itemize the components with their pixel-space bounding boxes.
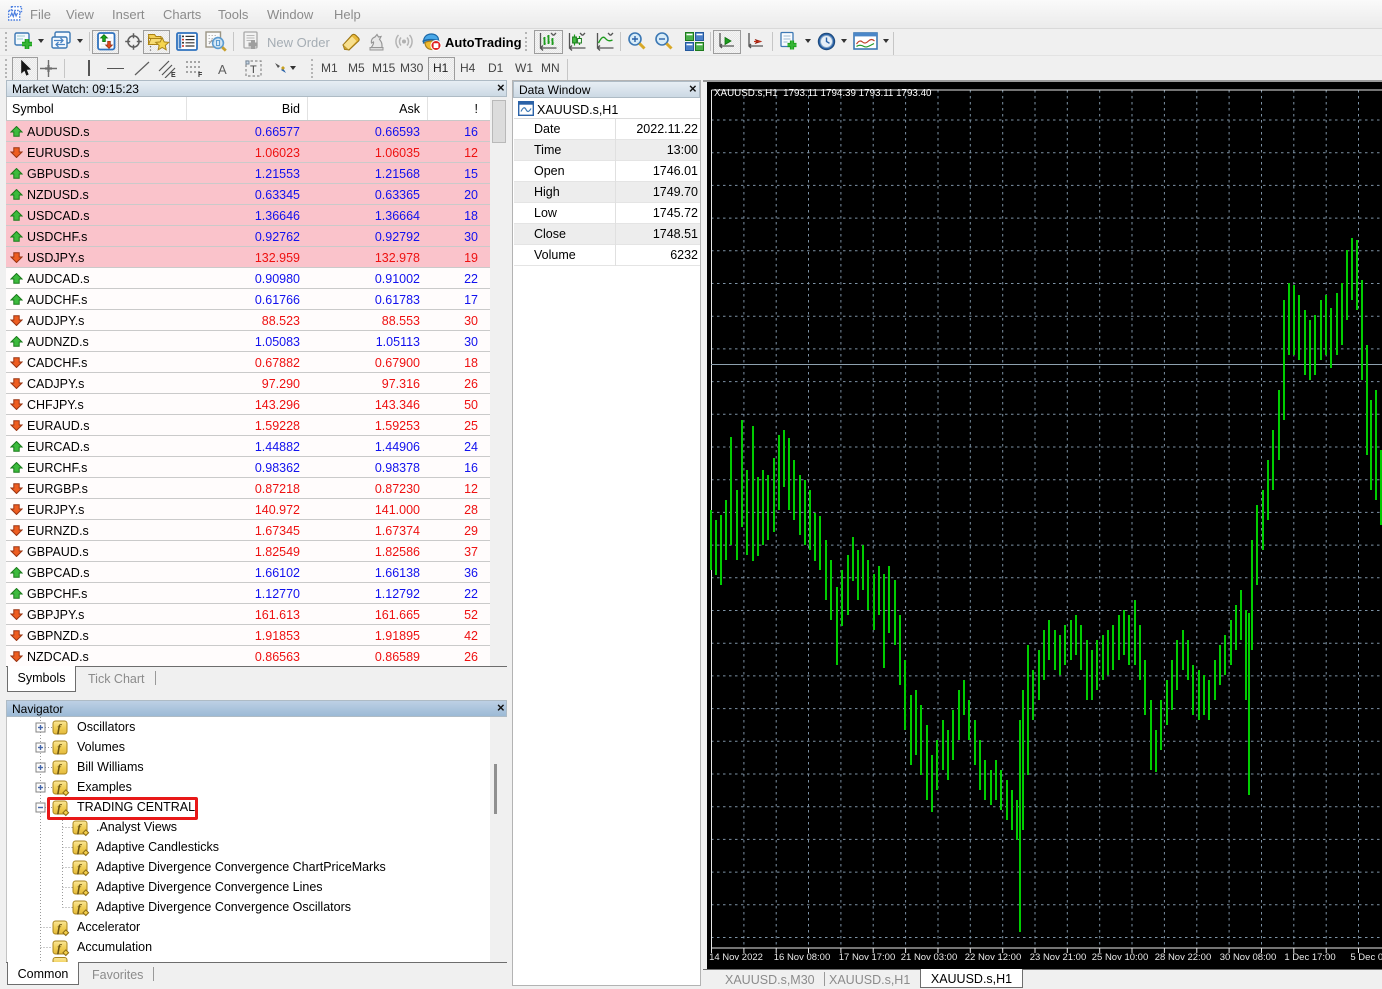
- svg-text:5 Dec 03:00: 5 Dec 03:00: [1350, 952, 1382, 963]
- svg-text:T: T: [250, 64, 257, 76]
- svg-text:25 Nov 10:00: 25 Nov 10:00: [1092, 952, 1149, 963]
- svg-text:XAUUSD.s,H1 1793.11 1794.39 1: XAUUSD.s,H1 1793.11 1794.39 1793.11 1793…: [714, 88, 932, 99]
- svg-text:16 Nov 08:00: 16 Nov 08:00: [774, 952, 831, 963]
- svg-text:1 Dec 17:00: 1 Dec 17:00: [1284, 952, 1335, 963]
- svg-text:23 Nov 21:00: 23 Nov 21:00: [1030, 952, 1087, 963]
- svg-text:21 Nov 03:00: 21 Nov 03:00: [901, 952, 958, 963]
- svg-text:F: F: [198, 72, 203, 78]
- svg-text:28 Nov 22:00: 28 Nov 22:00: [1155, 952, 1212, 963]
- svg-text:E: E: [171, 72, 176, 78]
- svg-text:14 Nov 2022: 14 Nov 2022: [709, 952, 763, 963]
- svg-text:17 Nov 17:00: 17 Nov 17:00: [839, 952, 896, 963]
- svg-text:22 Nov 12:00: 22 Nov 12:00: [965, 952, 1022, 963]
- svg-text:30 Nov 08:00: 30 Nov 08:00: [1220, 952, 1277, 963]
